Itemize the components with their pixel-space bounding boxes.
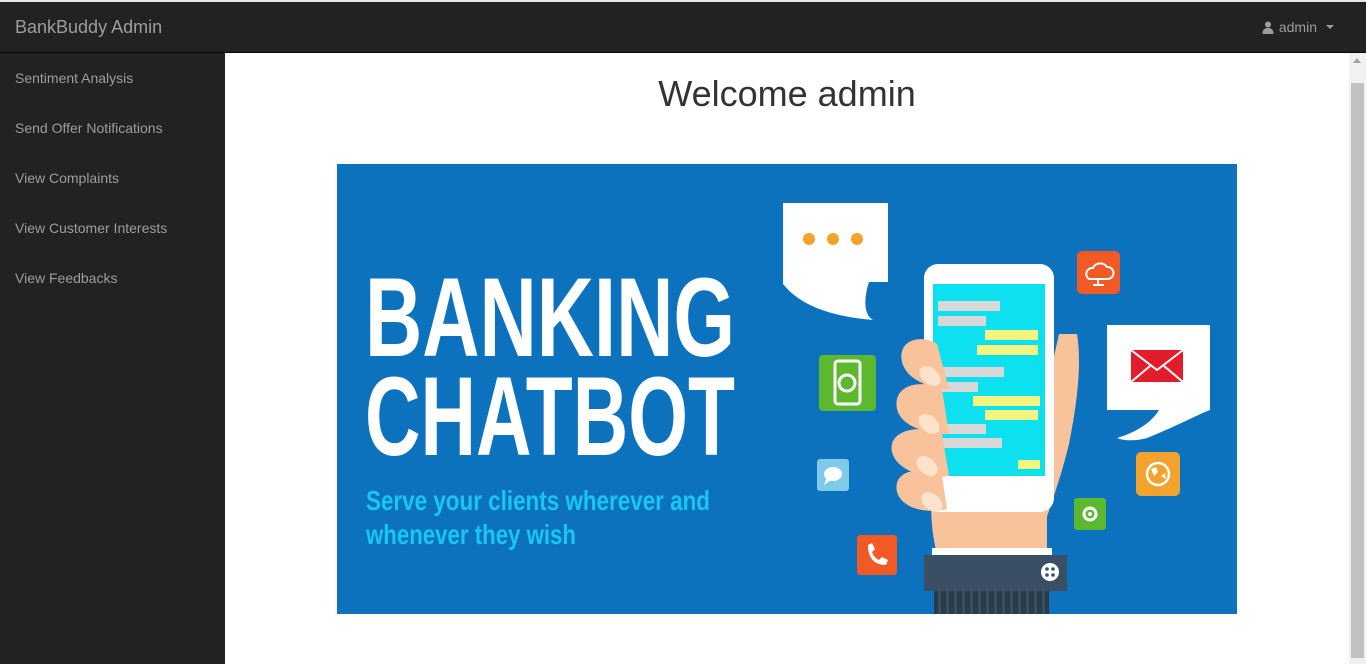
chat-bubble-icon — [783, 203, 888, 320]
user-icon — [1262, 21, 1274, 34]
sidebar-item-send-offer-notifications[interactable]: Send Offer Notifications — [0, 103, 225, 153]
message-icon — [817, 459, 849, 491]
mail-icon — [1107, 325, 1210, 441]
cloud-icon — [1077, 251, 1120, 294]
sidebar: Sentiment Analysis Send Offer Notificati… — [0, 53, 225, 664]
page-title: Welcome admin — [658, 73, 916, 114]
sidebar-item-sentiment-analysis[interactable]: Sentiment Analysis — [0, 53, 225, 103]
mobile-icon — [819, 355, 876, 411]
globe-icon — [1136, 452, 1180, 496]
scroll-up-icon[interactable] — [1353, 58, 1361, 63]
vertical-scrollbar[interactable] — [1349, 53, 1366, 664]
chevron-down-icon — [1326, 25, 1334, 29]
gear-icon — [1074, 498, 1106, 530]
phone-icon — [857, 535, 897, 575]
hand-holding-phone — [891, 264, 1080, 614]
main-content: Welcome admin BANKING CHATBOT Serve your… — [225, 53, 1349, 664]
banner-tagline-2: whenever they wish — [365, 519, 576, 550]
banner-tagline-1: Serve your clients wherever and — [366, 485, 710, 516]
banner-illustration: BANKING CHATBOT Serve your clients where… — [365, 203, 1210, 614]
sidebar-item-view-complaints[interactable]: View Complaints — [0, 153, 225, 203]
navbar: BankBuddy Admin admin — [0, 0, 1366, 53]
brand-title[interactable]: BankBuddy Admin — [15, 17, 162, 38]
user-label: admin — [1278, 19, 1317, 35]
sidebar-item-view-customer-interests[interactable]: View Customer Interests — [0, 203, 225, 253]
banner-line2: CHATBOT — [365, 354, 735, 479]
scrollbar-thumb[interactable] — [1351, 83, 1364, 658]
sidebar-item-view-feedbacks[interactable]: View Feedbacks — [0, 253, 225, 303]
user-menu[interactable]: admin — [1262, 19, 1334, 35]
banking-chatbot-banner: BANKING CHATBOT Serve your clients where… — [337, 164, 1237, 614]
